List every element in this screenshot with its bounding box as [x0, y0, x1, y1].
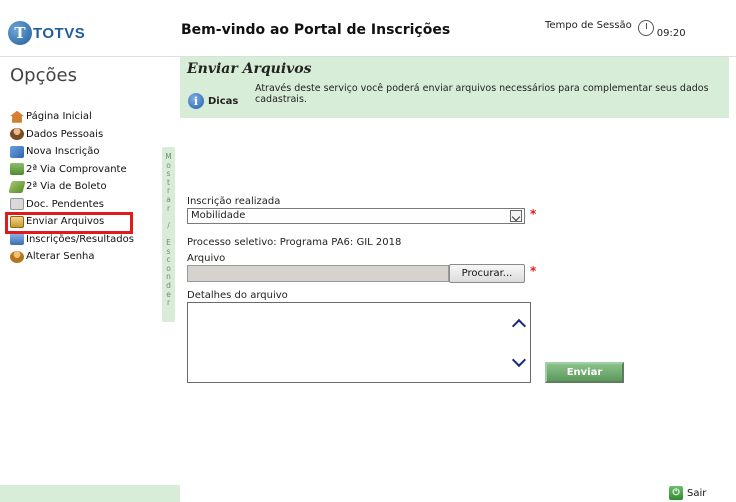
upload-icon [10, 215, 24, 228]
session-timer: Tempo de Sessão 09:20 [545, 20, 686, 39]
session-time: 09:20 [656, 28, 686, 39]
key-icon [10, 250, 24, 263]
sidebar-item-label: Alterar Senha [26, 251, 95, 263]
sidebar-item-inscricoes-resultados[interactable]: Inscrições/Resultados [10, 231, 160, 249]
process-text: Processo seletivo: Programa PA6: GIL 201… [187, 237, 402, 248]
scroll-up-icon[interactable] [511, 318, 527, 334]
sidebar-item-alterar-senha[interactable]: Alterar Senha [10, 248, 160, 266]
totvs-logo[interactable]: T TOTVS [8, 21, 85, 45]
sidebar-item-comprovante[interactable]: 2ª Via Comprovante [10, 161, 160, 179]
person-icon [10, 128, 24, 141]
sidebar-item-pagina-inicial[interactable]: Página Inicial [10, 108, 160, 126]
file-label: Arquivo [187, 253, 226, 264]
panel-header: Enviar Arquivos i Dicas Através deste se… [180, 57, 729, 118]
sidebar-item-label: Inscrições/Resultados [26, 233, 134, 245]
sidebar-item-label: 2ª Via de Boleto [26, 181, 107, 193]
panel-title: Enviar Arquivos [187, 61, 312, 77]
sidebar-title: Opções [10, 65, 77, 86]
logout-button[interactable]: ⏻ Sair [669, 486, 706, 500]
home-icon [10, 110, 24, 123]
sidebar-item-dados-pessoais[interactable]: Dados Pessoais [10, 126, 160, 144]
edit-icon [10, 145, 24, 158]
tips-text: Através deste serviço você poderá enviar… [255, 83, 709, 105]
tips-label: Dicas [208, 96, 239, 107]
sidebar-item-label: Doc. Pendentes [26, 198, 104, 210]
sidebar-item-doc-pendentes[interactable]: Doc. Pendentes [10, 196, 160, 214]
logo-text: TOTVS [33, 24, 86, 42]
inscription-select[interactable]: Mobilidade [187, 208, 525, 224]
logo-icon: T [8, 21, 32, 45]
required-mark: * [530, 264, 537, 278]
results-icon [10, 233, 24, 246]
sidebar-item-label: Enviar Arquivos [26, 216, 105, 228]
sidebar-item-label: Dados Pessoais [26, 128, 104, 140]
power-icon: ⏻ [669, 486, 683, 500]
details-label: Detalhes do arquivo [187, 290, 288, 301]
required-mark: * [530, 207, 537, 221]
sidebar-item-boleto[interactable]: 2ª Via de Boleto [8, 178, 160, 196]
inscription-label: Inscrição realizada [187, 196, 281, 207]
browse-button[interactable]: Procurar... [449, 264, 525, 283]
sidebar-item-label: Nova Inscrição [26, 146, 100, 158]
sidebar-item-enviar-arquivos[interactable]: Enviar Arquivos [5, 212, 160, 234]
sidebar: Opções Página Inicial Dados Pessoais Nov… [0, 57, 160, 457]
details-textarea[interactable] [187, 302, 531, 383]
footer-left [0, 485, 181, 502]
document-icon [10, 198, 24, 211]
sidebar-nav: Página Inicial Dados Pessoais Nova Inscr… [5, 108, 160, 266]
file-path-field[interactable] [187, 265, 449, 282]
header: T TOTVS Bem-vindo ao Portal de Inscriçõe… [0, 0, 736, 57]
scroll-down-icon[interactable] [511, 352, 527, 368]
sidebar-item-label: Página Inicial [26, 111, 92, 123]
inscription-value: Mobilidade [191, 210, 246, 221]
sidebar-item-nova-inscricao[interactable]: Nova Inscrição [10, 143, 160, 161]
clock-icon [637, 20, 654, 36]
page-title: Bem-vindo ao Portal de Inscrições [181, 22, 451, 38]
footer-right [180, 485, 736, 502]
sidebar-toggle[interactable]: Mostrar / Esconder [162, 147, 175, 322]
send-button[interactable]: Enviar [545, 362, 624, 383]
logout-label: Sair [687, 487, 707, 499]
boleto-icon [8, 180, 26, 193]
toggle-char: r [166, 298, 171, 308]
sidebar-item-label: 2ª Via Comprovante [26, 163, 127, 175]
info-icon: i [188, 93, 204, 109]
chevron-down-icon[interactable] [510, 210, 522, 222]
session-label: Tempo de Sessão [545, 20, 632, 31]
printer-icon [10, 163, 24, 176]
